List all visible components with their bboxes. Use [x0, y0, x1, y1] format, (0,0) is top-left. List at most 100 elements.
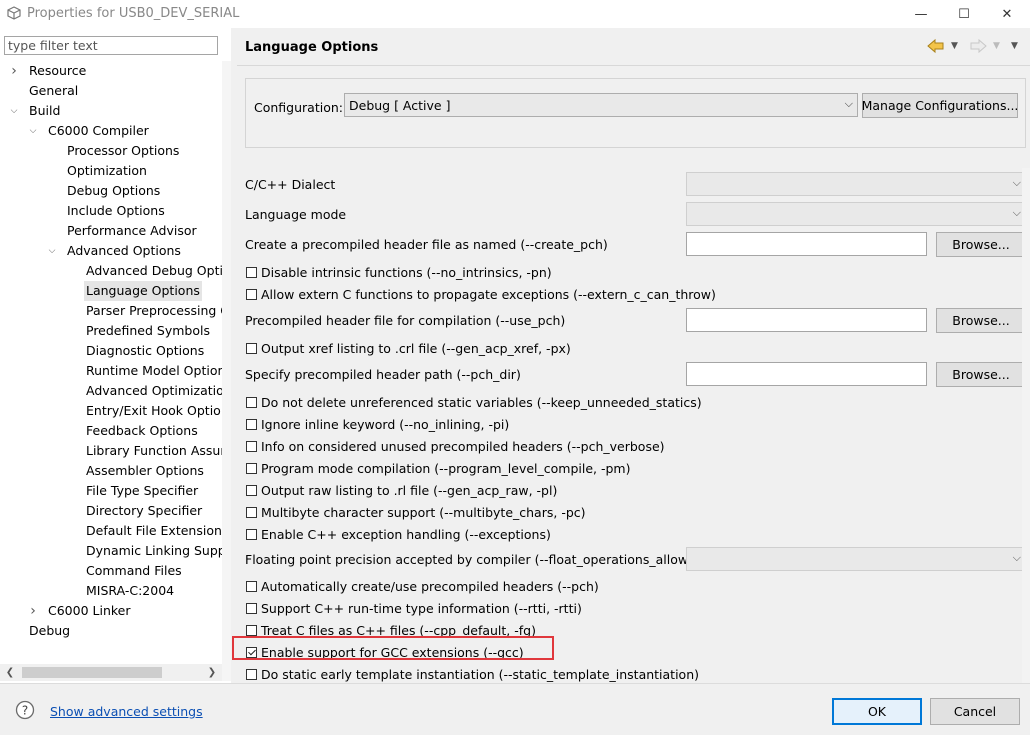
tree-item[interactable]: Predefined Symbols: [0, 321, 222, 341]
tree-item[interactable]: Runtime Model Option:: [0, 361, 222, 381]
checkbox-icon[interactable]: [246, 289, 257, 300]
tree-item-label: Build: [29, 103, 61, 118]
tree-item[interactable]: Diagnostic Options: [0, 341, 222, 361]
option-select[interactable]: ⌵: [686, 547, 1026, 571]
options-vertical-scrollbar[interactable]: [1022, 168, 1030, 683]
checkbox-icon[interactable]: [246, 441, 257, 452]
cancel-button[interactable]: Cancel: [930, 698, 1020, 725]
tree-item[interactable]: Assembler Options: [0, 461, 222, 481]
scroll-thumb[interactable]: [22, 667, 162, 678]
tree-item-label: Performance Advisor: [67, 223, 197, 238]
tree-item[interactable]: Default File Extensions: [0, 521, 222, 541]
tree-item[interactable]: Advanced Debug Optic: [0, 261, 222, 281]
tree-item-label: Debug Options: [67, 183, 161, 198]
checkbox-icon[interactable]: [246, 343, 257, 354]
tree-item[interactable]: Feedback Options: [0, 421, 222, 441]
ok-button[interactable]: OK: [832, 698, 922, 725]
chevron-right-icon[interactable]: ›: [28, 601, 38, 621]
tree-item-label: Resource: [29, 63, 87, 78]
chevron-right-icon[interactable]: ›: [9, 61, 19, 81]
checkbox-icon[interactable]: [246, 603, 257, 614]
option-text-field[interactable]: [686, 232, 927, 256]
checkbox-icon[interactable]: [246, 419, 257, 430]
option-label: Disable intrinsic functions (--no_intrin…: [261, 265, 552, 280]
tree-item[interactable]: General: [0, 81, 222, 101]
minimize-button[interactable]: —: [898, 0, 944, 28]
tree-vertical-scrollbar[interactable]: [222, 61, 231, 681]
option-select[interactable]: ⌵: [686, 172, 1026, 196]
tree-item[interactable]: Dynamic Linking Suppo: [0, 541, 222, 561]
option-label: Output raw listing to .rl file (--gen_ac…: [261, 483, 558, 498]
checkbox-icon[interactable]: [246, 485, 257, 496]
option-label: Support C++ run-time type information (-…: [261, 601, 582, 616]
tree-item-label: File Type Specifier: [86, 483, 199, 498]
navigation-panel: › Resource General ⌵ Build ⌵ C6000 Compiler Pro…: [0, 28, 231, 683]
option-label: Program mode compilation (--program_leve…: [261, 461, 631, 476]
tree-item[interactable]: › Resource: [0, 61, 222, 81]
option-label: Output xref listing to .crl file (--gen_…: [261, 341, 571, 356]
filter-input[interactable]: [4, 36, 218, 55]
option-label: Precompiled header file for compilation …: [245, 313, 566, 328]
browse-label: Browse...: [952, 237, 1010, 252]
tree-item-label: Library Function Assum: [86, 443, 222, 458]
tree-horizontal-scrollbar[interactable]: ❮ ❯: [0, 664, 222, 681]
scroll-right-icon[interactable]: ❯: [206, 664, 218, 681]
help-icon[interactable]: ?: [15, 700, 35, 720]
tree-item[interactable]: Processor Options: [0, 141, 222, 161]
show-advanced-settings-link[interactable]: Show advanced settings: [50, 704, 203, 719]
tree-item-label: Default File Extensions: [86, 523, 222, 538]
tree-item[interactable]: › C6000 Linker: [0, 601, 222, 621]
chevron-down-icon[interactable]: ⌵: [9, 101, 19, 121]
tree-item-label: General: [29, 83, 79, 98]
checkbox-icon[interactable]: [246, 625, 257, 636]
option-select[interactable]: ⌵: [686, 202, 1026, 226]
chevron-down-icon[interactable]: ⌵: [47, 241, 57, 261]
browse-label: Browse...: [952, 367, 1010, 382]
cancel-label: Cancel: [953, 704, 997, 719]
tree-item[interactable]: Advanced Optimization: [0, 381, 222, 401]
tree-item[interactable]: Include Options: [0, 201, 222, 221]
maximize-button[interactable]: ☐: [941, 0, 987, 28]
ok-label: OK: [867, 704, 887, 719]
tree-item[interactable]: Performance Advisor: [0, 221, 222, 241]
tree-item[interactable]: Parser Preprocessing C: [0, 301, 222, 321]
browse-label: Browse...: [952, 313, 1010, 328]
close-button[interactable]: ✕: [984, 0, 1030, 28]
option-text-field[interactable]: [686, 362, 927, 386]
tree-item[interactable]: Command Files: [0, 561, 222, 581]
tree-item-label: Command Files: [86, 563, 182, 578]
tree-item[interactable]: ⌵ C6000 Compiler: [0, 121, 222, 141]
checkbox-icon[interactable]: [246, 267, 257, 278]
browse-button[interactable]: Browse...: [936, 362, 1026, 387]
tree-item[interactable]: Debug Options: [0, 181, 222, 201]
checkbox-icon[interactable]: [246, 581, 257, 592]
tree-item[interactable]: ⌵ Advanced Options: [0, 241, 222, 261]
checkbox-icon[interactable]: [246, 463, 257, 474]
checkbox-icon[interactable]: [246, 507, 257, 518]
tree-item[interactable]: Library Function Assum: [0, 441, 222, 461]
tree-item[interactable]: Debug: [0, 621, 222, 641]
tree-item[interactable]: ⌵ Build: [0, 101, 222, 121]
tree-item[interactable]: File Type Specifier: [0, 481, 222, 501]
option-label: Do not delete unreferenced static variab…: [261, 395, 702, 410]
tree-item-label: Language Options: [84, 281, 202, 301]
checkbox-icon[interactable]: [246, 397, 257, 408]
tree-item[interactable]: Optimization: [0, 161, 222, 181]
close-icon: ✕: [1001, 6, 1013, 22]
svg-text:?: ?: [22, 704, 28, 718]
scroll-left-icon[interactable]: ❮: [4, 664, 16, 681]
chevron-down-icon[interactable]: ⌵: [28, 121, 38, 141]
checkbox-icon[interactable]: [246, 529, 257, 540]
browse-button[interactable]: Browse...: [936, 232, 1026, 257]
tree-item[interactable]: MISRA-C:2004: [0, 581, 222, 601]
tree-item-label: Feedback Options: [86, 423, 198, 438]
tree-item[interactable]: Entry/Exit Hook Option: [0, 401, 222, 421]
footer-separator: [0, 683, 1030, 684]
tree-item[interactable]: Directory Specifier: [0, 501, 222, 521]
tree-item[interactable]: Language Options: [0, 281, 222, 301]
option-text-field[interactable]: [686, 308, 927, 332]
highlight-box: [232, 636, 554, 660]
browse-button[interactable]: Browse...: [936, 308, 1026, 333]
checkbox-icon[interactable]: [246, 669, 257, 680]
properties-app-icon: [7, 6, 21, 20]
